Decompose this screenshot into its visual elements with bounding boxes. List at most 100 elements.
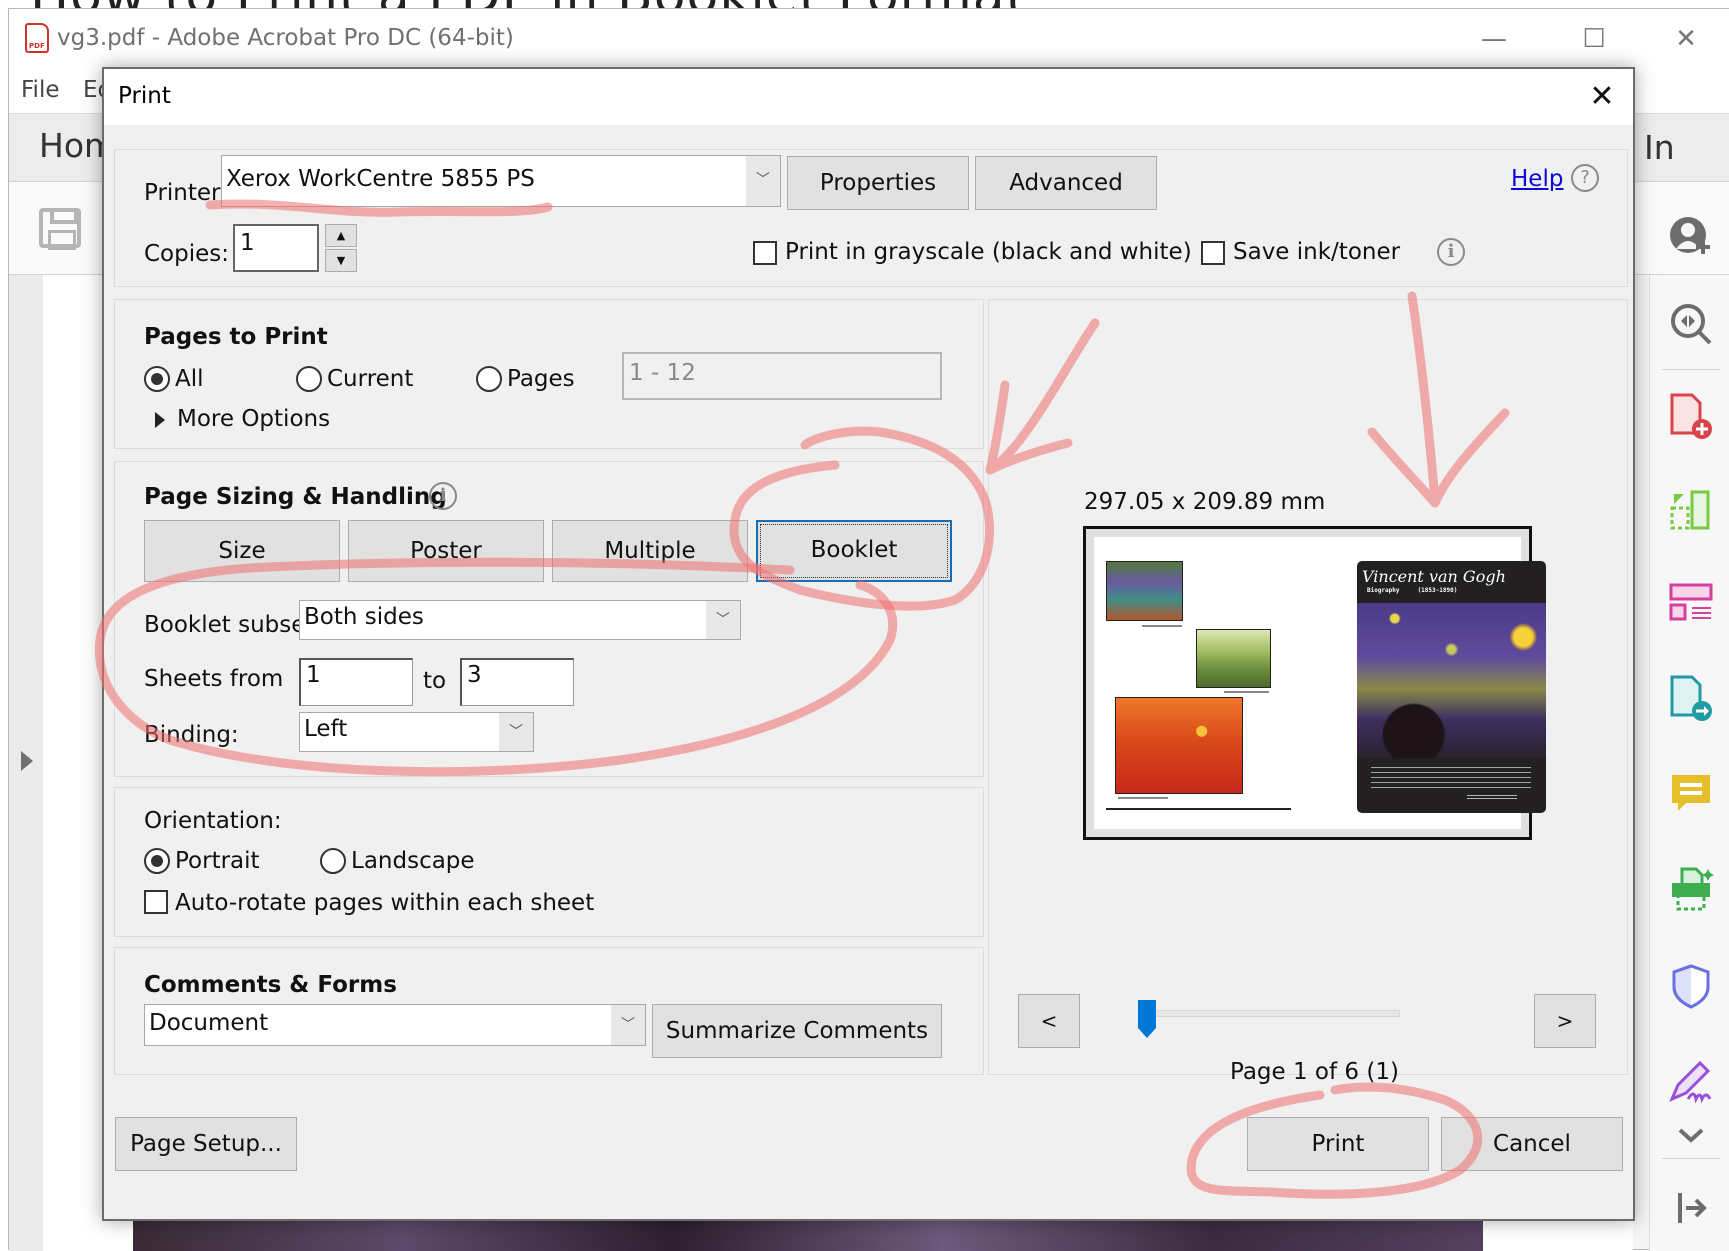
portrait-radio[interactable] bbox=[144, 848, 170, 874]
print-button[interactable]: Print bbox=[1247, 1117, 1429, 1171]
tab-poster[interactable]: Poster bbox=[348, 520, 544, 582]
summarize-comments-button[interactable]: Summarize Comments bbox=[652, 1004, 942, 1058]
edit-pdf-icon[interactable] bbox=[1668, 581, 1714, 627]
save-icon[interactable] bbox=[39, 208, 81, 250]
sheets-to-input[interactable]: 3 bbox=[460, 658, 574, 706]
pane-divider bbox=[1662, 369, 1720, 370]
preview-next-button[interactable]: > bbox=[1534, 994, 1596, 1048]
more-tools-icon[interactable] bbox=[1668, 1120, 1714, 1166]
copies-decrement-button[interactable]: ▼ bbox=[325, 249, 357, 272]
divider-line bbox=[1106, 808, 1291, 810]
organize-pages-icon[interactable] bbox=[1668, 488, 1714, 534]
expand-pane-arrow-icon[interactable] bbox=[21, 751, 33, 771]
printer-select[interactable]: Xerox WorkCentre 5855 PS ﹀ bbox=[221, 155, 781, 207]
page-status: Page 1 of 6 (1) bbox=[1230, 1059, 1399, 1085]
enhance-scans-icon[interactable] bbox=[1668, 301, 1714, 347]
starry-night-image bbox=[1357, 603, 1546, 758]
chevron-down-icon: ﹀ bbox=[499, 713, 533, 751]
portrait-label: Portrait bbox=[175, 848, 260, 874]
binding-select[interactable]: Left ﹀ bbox=[299, 712, 534, 752]
cancel-button[interactable]: Cancel bbox=[1441, 1117, 1623, 1171]
dialog-title: Print bbox=[118, 83, 171, 109]
right-tools-pane bbox=[1649, 217, 1729, 1251]
chevron-down-icon: ﹀ bbox=[611, 1005, 645, 1045]
preview-prev-button[interactable]: < bbox=[1018, 994, 1080, 1048]
minimize-button[interactable]: — bbox=[1469, 19, 1519, 59]
cover-quote-text bbox=[1371, 767, 1531, 789]
tab-tools[interactable]: In bbox=[1644, 128, 1675, 167]
info-icon[interactable]: i bbox=[429, 482, 457, 510]
pdf-file-icon: PDF bbox=[25, 23, 49, 53]
booklet-subset-select[interactable]: Both sides ﹀ bbox=[299, 600, 741, 640]
preview-page-slider[interactable] bbox=[1140, 1010, 1400, 1017]
tab-multiple[interactable]: Multiple bbox=[552, 520, 748, 582]
grayscale-checkbox[interactable] bbox=[753, 241, 777, 265]
booklet-subset-label: Booklet subset: bbox=[144, 612, 323, 638]
maximize-button[interactable]: ☐ bbox=[1569, 19, 1619, 59]
tab-size[interactable]: Size bbox=[144, 520, 340, 582]
fill-sign-icon[interactable] bbox=[1668, 1059, 1714, 1105]
cover-attribution bbox=[1467, 795, 1517, 801]
pages-range-label: Pages bbox=[507, 366, 575, 392]
slider-thumb[interactable] bbox=[1138, 1000, 1156, 1038]
printer-panel: Printer: Xerox WorkCentre 5855 PS ﹀ Prop… bbox=[114, 149, 1628, 287]
copies-label: Copies: bbox=[144, 241, 230, 267]
collapse-pane-icon[interactable] bbox=[1668, 1185, 1714, 1231]
protect-icon[interactable] bbox=[1668, 963, 1714, 1009]
acrobat-title-bar: PDF vg3.pdf - Adobe Acrobat Pro DC (64-b… bbox=[9, 9, 1729, 69]
booklet-preview: Vincent van Gogh Biography (1853-1890) bbox=[1083, 526, 1546, 840]
printer-label: Printer: bbox=[144, 180, 228, 206]
window-close-button[interactable]: ✕ bbox=[1661, 19, 1711, 59]
page-setup-button[interactable]: Page Setup... bbox=[115, 1117, 297, 1171]
irises-painting-thumbnail bbox=[1106, 561, 1183, 621]
pages-current-radio[interactable] bbox=[296, 366, 322, 392]
export-pdf-icon[interactable] bbox=[1668, 675, 1714, 721]
window-title: vg3.pdf - Adobe Acrobat Pro DC (64-bit) bbox=[57, 25, 514, 51]
sheets-from-input[interactable]: 1 bbox=[299, 658, 413, 706]
pages-to-print-heading: Pages to Print bbox=[144, 324, 328, 350]
orientation-panel: Orientation: Portrait Landscape Auto-rot… bbox=[114, 787, 984, 937]
properties-button[interactable]: Properties bbox=[787, 156, 969, 210]
page-sizing-heading: Page Sizing & Handling bbox=[144, 484, 447, 510]
binding-value: Left bbox=[304, 716, 348, 742]
save-ink-label: Save ink/toner bbox=[1233, 239, 1401, 265]
account-add-icon[interactable] bbox=[1668, 215, 1714, 261]
pages-range-radio[interactable] bbox=[476, 366, 502, 392]
copies-increment-button[interactable]: ▲ bbox=[325, 224, 357, 247]
menu-file[interactable]: File bbox=[21, 77, 60, 103]
more-options-toggle[interactable]: More Options bbox=[177, 406, 330, 432]
landscape-radio[interactable] bbox=[320, 848, 346, 874]
dialog-title-bar: Print ✕ bbox=[104, 69, 1633, 125]
help-link[interactable]: Help bbox=[1511, 166, 1563, 192]
pages-range-input[interactable]: 1 - 12 bbox=[622, 352, 942, 400]
cover-page-thumbnail: Vincent van Gogh Biography (1853-1890) bbox=[1357, 561, 1546, 813]
print-production-icon[interactable] bbox=[1668, 867, 1714, 913]
sunset-painting-thumbnail bbox=[1115, 697, 1243, 794]
dialog-close-button[interactable]: ✕ bbox=[1580, 75, 1624, 119]
copies-input[interactable]: 1 bbox=[233, 224, 319, 272]
help-icon[interactable]: ? bbox=[1571, 164, 1599, 192]
pages-all-radio[interactable] bbox=[144, 366, 170, 392]
chevron-down-icon: ﹀ bbox=[746, 156, 780, 206]
pages-current-label: Current bbox=[327, 366, 414, 392]
advanced-button[interactable]: Advanced bbox=[975, 156, 1157, 210]
info-icon[interactable]: i bbox=[1437, 238, 1465, 266]
save-ink-checkbox[interactable] bbox=[1201, 241, 1225, 265]
comments-forms-value: Document bbox=[149, 1010, 269, 1036]
auto-rotate-label: Auto-rotate pages within each sheet bbox=[175, 890, 595, 916]
caption-line bbox=[1224, 691, 1269, 693]
create-pdf-icon[interactable] bbox=[1668, 393, 1714, 439]
chevron-down-icon: ﹀ bbox=[706, 601, 740, 639]
printer-value: Xerox WorkCentre 5855 PS bbox=[226, 166, 535, 192]
auto-rotate-checkbox[interactable] bbox=[144, 890, 168, 914]
comment-icon[interactable] bbox=[1668, 771, 1714, 817]
tab-booklet[interactable]: Booklet bbox=[756, 520, 952, 582]
preview-sheet: Vincent van Gogh Biography (1853-1890) bbox=[1094, 537, 1546, 829]
expand-triangle-icon[interactable] bbox=[155, 412, 165, 428]
comments-forms-heading: Comments & Forms bbox=[144, 972, 397, 998]
grayscale-label: Print in grayscale (black and white) bbox=[785, 239, 1192, 265]
cover-title: Vincent van Gogh bbox=[1362, 567, 1506, 586]
print-dialog: Print ✕ Printer: Xerox WorkCentre 5855 P… bbox=[102, 67, 1635, 1221]
caption-line bbox=[1142, 625, 1182, 627]
comments-forms-select[interactable]: Document ﹀ bbox=[144, 1004, 646, 1046]
